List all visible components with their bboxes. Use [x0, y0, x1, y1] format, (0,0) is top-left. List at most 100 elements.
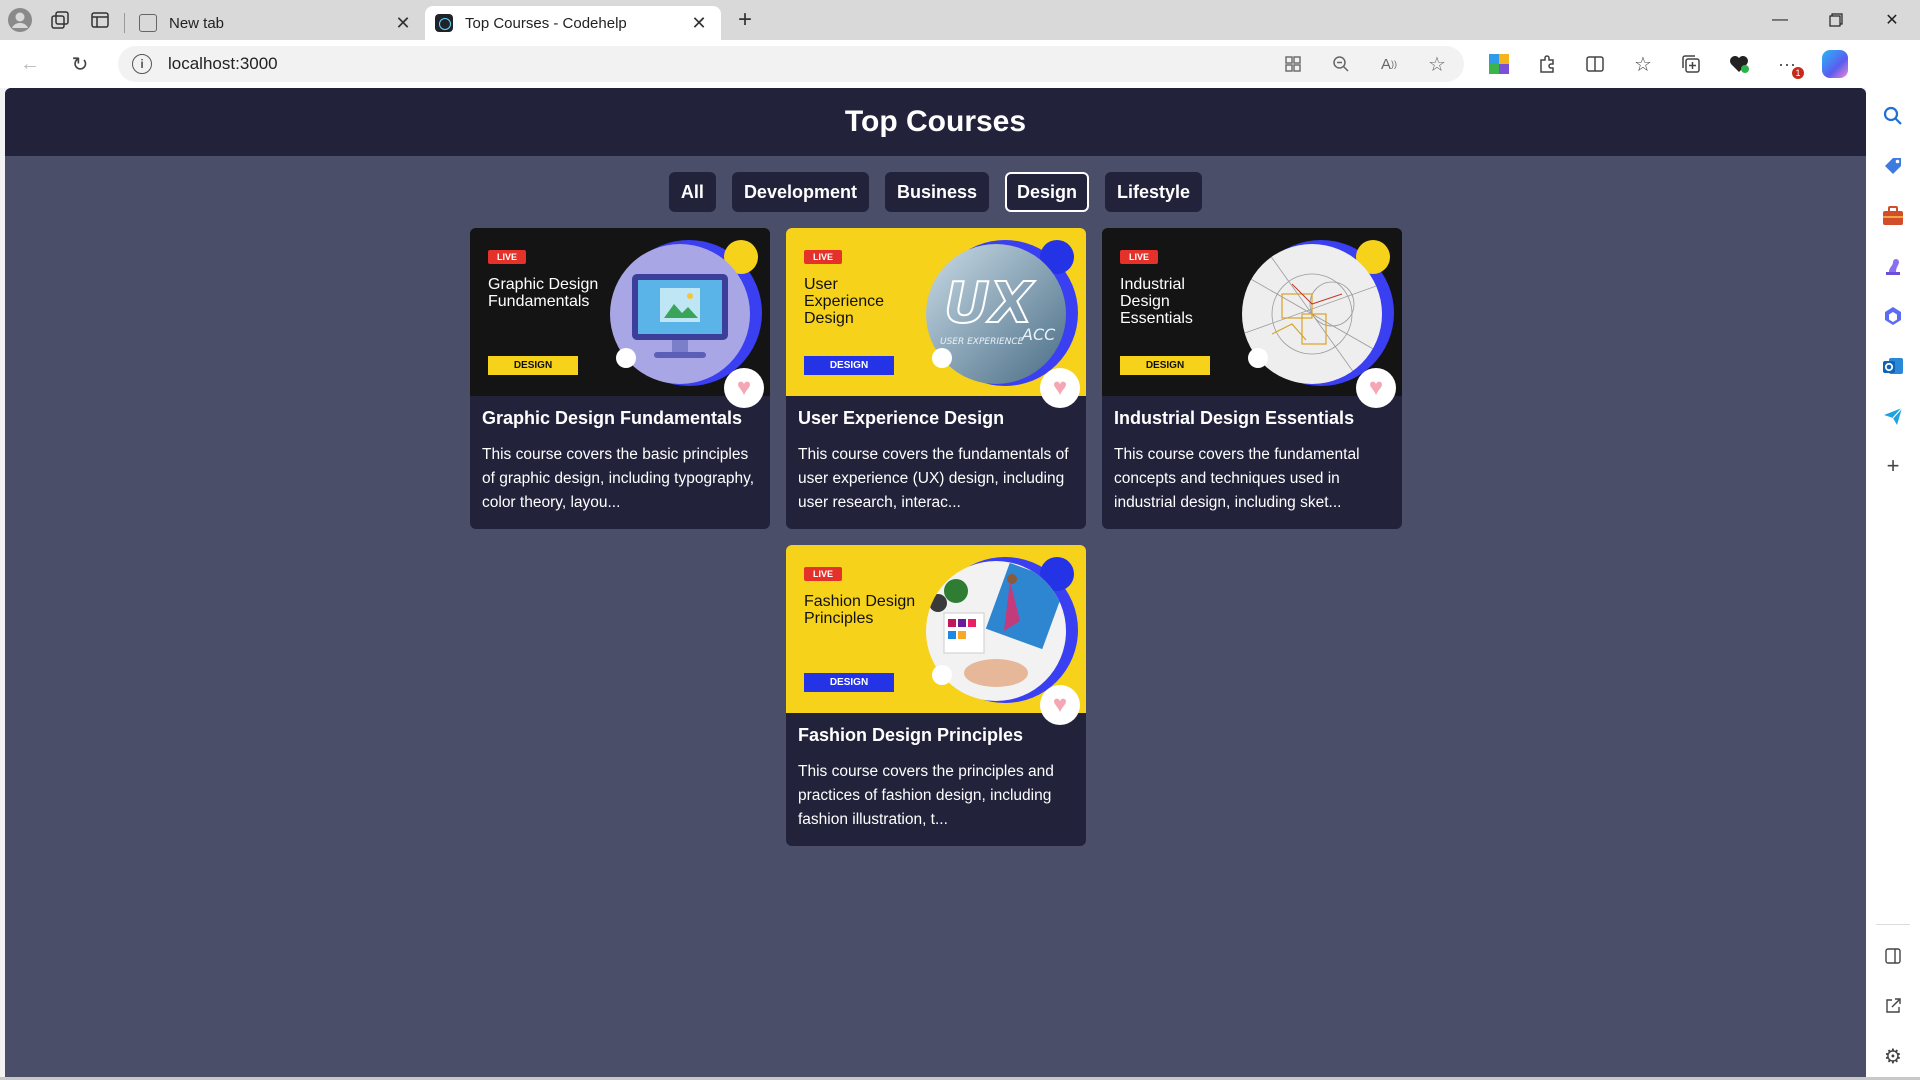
site-info-icon[interactable]: i [132, 54, 152, 74]
like-button[interactable]: ♥ [1356, 368, 1396, 408]
category-tag: DESIGN [804, 356, 894, 375]
browser-essentials-icon[interactable] [1726, 51, 1752, 77]
course-title: Graphic Design Fundamentals [482, 408, 743, 428]
course-thumbnail: LIVE Graphic Design Fundamentals DESIGN [470, 228, 770, 396]
like-button[interactable]: ♥ [724, 368, 764, 408]
close-window-button[interactable]: ✕ [1864, 0, 1920, 40]
tab-title: Top Courses - Codehelp [465, 14, 627, 32]
address-bar[interactable]: i localhost:3000 A)) ☆ [118, 46, 1464, 82]
course-description: This course covers the basic principles … [482, 446, 754, 511]
new-tab-page-icon [139, 14, 157, 32]
heart-icon: ♥ [736, 374, 752, 401]
notification-badge: 1 [1792, 67, 1804, 79]
filter-all-button[interactable]: All [668, 172, 716, 212]
live-label: LIVE [812, 569, 833, 579]
category-tag: DESIGN [804, 673, 894, 692]
workspaces-icon[interactable] [40, 0, 80, 40]
zoom-out-icon[interactable] [1328, 51, 1354, 77]
copilot-icon[interactable] [1822, 50, 1848, 78]
browser-toolbar: ← ↻ i localhost:3000 A)) ☆ ☆ ··· 1 [0, 40, 1920, 88]
app-header: Top Courses [5, 88, 1866, 156]
course-title: User Experience Design [798, 408, 1005, 428]
heart-icon: ♥ [1052, 374, 1068, 401]
address-url[interactable]: localhost:3000 [168, 54, 1280, 74]
tab-top-courses[interactable]: Top Courses - Codehelp ✕ [425, 6, 721, 40]
thumbnail-title: Fashion Design Principles [804, 593, 916, 627]
course-title: Fashion Design Principles [798, 725, 1024, 745]
settings-icon[interactable]: ⚙ [1881, 1044, 1905, 1068]
app-available-icon[interactable] [1280, 51, 1306, 77]
close-tab-icon[interactable]: ✕ [687, 13, 711, 34]
decorative-white-dot [932, 665, 952, 685]
category-tag: DESIGN [1120, 356, 1210, 375]
collections-icon[interactable] [1678, 51, 1704, 77]
favorite-star-icon[interactable]: ☆ [1424, 51, 1450, 77]
extensions-icon[interactable] [1534, 51, 1560, 77]
copilot-apps-icon[interactable] [1881, 304, 1905, 328]
new-tab-button[interactable]: + [727, 2, 763, 38]
extension-colored-icon[interactable] [1486, 51, 1512, 77]
filter-development-button[interactable]: Development [731, 172, 869, 212]
restore-icon [1829, 13, 1843, 27]
category-tag: DESIGN [488, 356, 578, 375]
refresh-button[interactable]: ↻ [60, 44, 100, 84]
course-description: This course covers the principles and pr… [798, 763, 1054, 828]
course-description: This course covers the fundamentals of u… [798, 446, 1069, 511]
sidebar-toggle-icon[interactable] [1881, 944, 1905, 968]
profile-icon[interactable] [0, 0, 40, 40]
browser-tab-strip: New tab ✕ Top Courses - Codehelp ✕ + — ✕ [0, 0, 1920, 40]
vertical-tabs-icon[interactable] [80, 0, 120, 40]
live-label: LIVE [496, 252, 517, 262]
category-filter-bar: All Development Business Design Lifestyl… [5, 172, 1866, 212]
decorative-white-dot [616, 348, 636, 368]
heart-icon: ♥ [1052, 691, 1068, 718]
thumbnail-title: Industrial Design Essentials [1120, 276, 1193, 327]
like-button[interactable]: ♥ [1040, 685, 1080, 725]
sidebar-divider [1876, 924, 1910, 925]
thumbnail-title: Graphic Design Fundamentals [488, 276, 599, 310]
favorites-icon[interactable]: ☆ [1630, 51, 1656, 77]
course-thumbnail: LIVE Industrial Design Essentials DESIGN [1102, 228, 1402, 396]
more-menu-icon[interactable]: ··· 1 [1774, 51, 1804, 79]
close-tab-icon[interactable]: ✕ [391, 13, 415, 34]
plus-icon: + [737, 6, 752, 33]
course-card: LIVE Fashion Design Principles DESIGN ♥ … [786, 545, 1086, 846]
decorative-white-dot [932, 348, 952, 368]
tools-briefcase-icon[interactable] [1881, 204, 1905, 228]
course-card: LIVE Industrial Design Essentials DESIGN… [1102, 228, 1402, 529]
live-badge-icon: LIVE [1120, 250, 1158, 264]
shopping-tag-icon[interactable] [1881, 154, 1905, 178]
search-icon[interactable] [1881, 104, 1905, 128]
course-thumbnail: LIVE Fashion Design Principles DESIGN [786, 545, 1086, 713]
split-screen-icon[interactable] [1582, 51, 1608, 77]
thumbnail-title: User Experience Design [804, 276, 885, 327]
tab-new-tab[interactable]: New tab ✕ [129, 6, 425, 40]
page-title: Top Courses [844, 105, 1027, 138]
course-title: Industrial Design Essentials [1114, 408, 1355, 428]
add-icon[interactable]: + [1881, 453, 1905, 478]
tab-title: New tab [169, 14, 225, 32]
like-button[interactable]: ♥ [1040, 368, 1080, 408]
back-button[interactable]: ← [10, 44, 50, 84]
restore-button[interactable] [1808, 0, 1864, 40]
filter-business-button[interactable]: Business [884, 172, 990, 212]
open-external-icon[interactable] [1881, 994, 1905, 1018]
live-badge-icon: LIVE [804, 567, 842, 581]
read-aloud-icon[interactable]: A)) [1376, 51, 1402, 77]
heart-icon: ♥ [1368, 374, 1384, 401]
filter-lifestyle-button[interactable]: Lifestyle [1105, 172, 1203, 212]
minimize-button[interactable]: — [1752, 0, 1808, 40]
outlook-icon[interactable] [1881, 354, 1905, 378]
live-label: LIVE [1128, 252, 1149, 262]
games-icon[interactable] [1881, 254, 1905, 278]
minimize-icon: — [1772, 11, 1788, 28]
course-card: LIVE Graphic Design Fundamentals DESIGN … [470, 228, 770, 529]
page-viewport: Top Courses All Development Business Des… [5, 88, 1866, 1077]
tab-separator [124, 13, 125, 33]
filter-design-button[interactable]: Design [1005, 172, 1090, 212]
window-controls: — ✕ [1752, 0, 1920, 40]
svg-text:USER EXPERIENCE: USER EXPERIENCE [940, 337, 1024, 347]
refresh-icon: ↻ [71, 53, 89, 76]
send-icon[interactable] [1881, 404, 1905, 428]
back-icon: ← [20, 52, 40, 75]
